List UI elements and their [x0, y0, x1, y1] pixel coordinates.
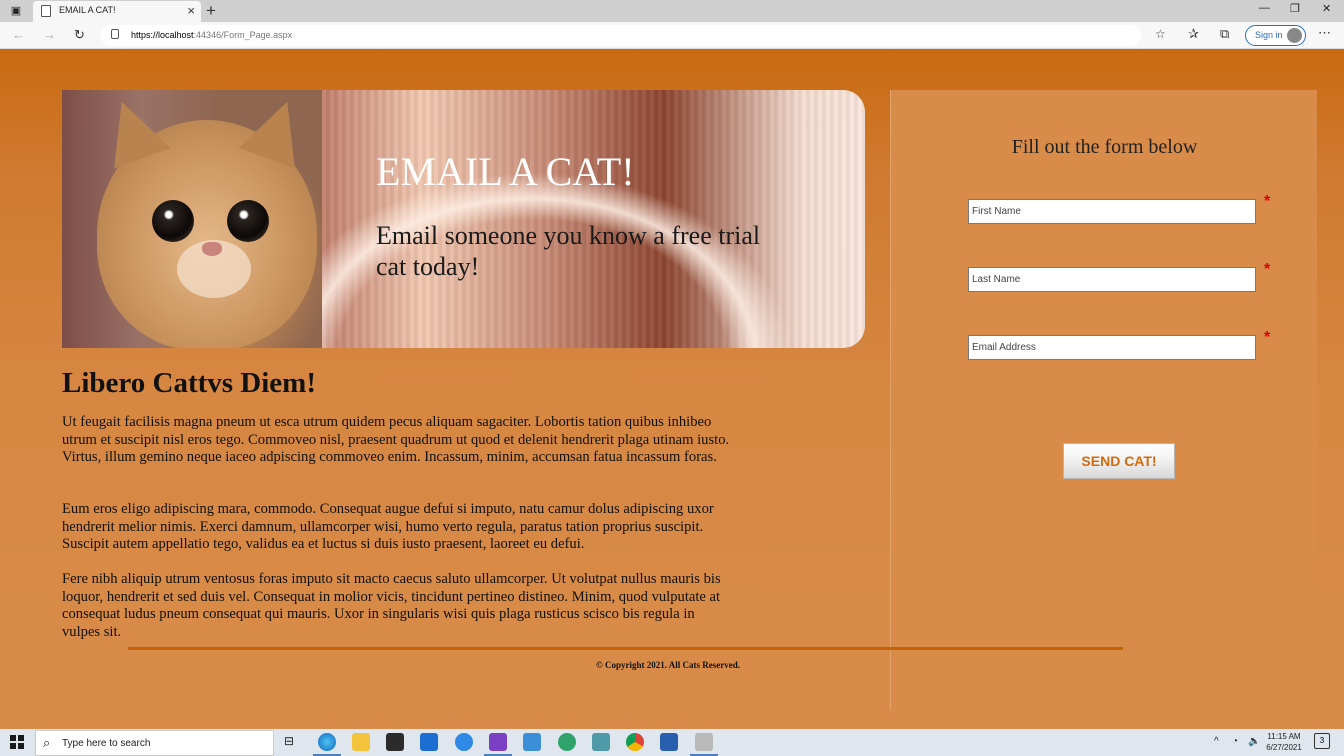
- email-field[interactable]: [968, 335, 1256, 360]
- address-bar[interactable]: https://localhost:44346/Form_Page.aspx ☆: [101, 25, 1166, 46]
- url-text: https://localhost:44346/Form_Page.aspx: [131, 30, 293, 40]
- chrome-icon[interactable]: [626, 733, 644, 751]
- file-explorer-icon[interactable]: [352, 733, 370, 751]
- footer-divider: [128, 647, 1123, 650]
- tab-email-a-cat[interactable]: EMAIL A CAT! ×: [33, 1, 201, 22]
- restore-icon[interactable]: ❐: [1290, 2, 1300, 15]
- app-icon[interactable]: [592, 733, 610, 751]
- store-icon[interactable]: [386, 733, 404, 751]
- back-icon[interactable]: ←: [12, 27, 25, 42]
- hero-banner: EMAIL A CAT! Email someone you know a fr…: [62, 90, 865, 348]
- notification-icon[interactable]: 3: [1314, 733, 1330, 749]
- tool-icon[interactable]: [523, 733, 541, 751]
- form-heading: Fill out the form below: [1011, 136, 1198, 158]
- tab-actions-icon[interactable]: ▣: [8, 4, 24, 18]
- taskbar: ⌕ Type here to search ⊟ ^ ◔ 🔈 11:15 AM 6…: [0, 729, 1344, 756]
- browser-tab-bar: ▣ EMAIL A CAT! × + — ❐ ✕: [0, 0, 1344, 22]
- lock-icon: [111, 29, 119, 39]
- collections-icon[interactable]: ⧉: [1220, 26, 1229, 42]
- sign-in-button[interactable]: Sign in: [1245, 25, 1306, 46]
- article-paragraph: Ut feugait facilisis magna pneum ut esca…: [62, 414, 730, 465]
- article-title: Libero Cattvs Diem!: [62, 367, 316, 399]
- avatar-icon: [1287, 28, 1302, 43]
- new-tab-icon[interactable]: +: [206, 0, 216, 22]
- sign-in-label: Sign in: [1255, 30, 1283, 40]
- app-icon[interactable]: [695, 733, 713, 751]
- app-icon[interactable]: [660, 733, 678, 751]
- send-cat-button[interactable]: SEND CAT!: [1063, 443, 1175, 479]
- more-options-icon[interactable]: ⋯: [1318, 25, 1331, 41]
- mail-icon[interactable]: [420, 733, 438, 751]
- page-icon: [41, 5, 51, 17]
- windows-start-icon[interactable]: [10, 735, 24, 749]
- search-placeholder: Type here to search: [62, 738, 151, 749]
- clock[interactable]: 11:15 AM 6/27/2021: [1262, 731, 1306, 753]
- article-paragraph: Eum eros eligo adipiscing mara, commodo.…: [62, 501, 714, 552]
- minimize-icon[interactable]: —: [1259, 2, 1270, 14]
- hero-title: EMAIL A CAT!: [376, 149, 635, 194]
- hero-subtitle: Email someone you know a free trial cat …: [376, 221, 761, 281]
- last-name-field[interactable]: [968, 267, 1256, 292]
- email-form: Fill out the form below * * * SEND CAT!: [890, 90, 1317, 710]
- close-tab-icon[interactable]: ×: [187, 3, 195, 18]
- tab-title: EMAIL A CAT!: [59, 5, 116, 15]
- close-window-icon[interactable]: ✕: [1322, 2, 1331, 15]
- copyright-text: © Copyright 2021. All Cats Reserved.: [596, 660, 740, 670]
- visual-studio-icon[interactable]: [489, 733, 507, 751]
- taskbar-search[interactable]: ⌕ Type here to search: [35, 730, 274, 756]
- forward-icon[interactable]: →: [43, 27, 56, 42]
- cat-photo: [62, 90, 322, 348]
- edge-icon[interactable]: [318, 733, 336, 751]
- favorites-icon[interactable]: ✰: [1188, 26, 1199, 42]
- search-icon: ⌕: [43, 735, 51, 750]
- article-paragraph: Fere nibh aliquip utrum ventosus foras i…: [62, 571, 721, 640]
- volume-icon[interactable]: 🔈: [1248, 736, 1260, 747]
- first-name-field[interactable]: [968, 199, 1256, 224]
- app-icon[interactable]: [558, 733, 576, 751]
- web-page: EMAIL A CAT! Email someone you know a fr…: [0, 49, 1344, 729]
- required-marker: *: [1264, 329, 1271, 346]
- network-icon[interactable]: ◔: [1232, 736, 1238, 747]
- required-marker: *: [1264, 261, 1271, 278]
- browser-toolbar: ← → ↻ https://localhost:44346/Form_Page.…: [0, 22, 1344, 49]
- clock-date: 6/27/2021: [1266, 743, 1302, 752]
- refresh-icon[interactable]: ↻: [74, 27, 85, 43]
- add-favorite-icon[interactable]: ☆: [1155, 27, 1166, 41]
- required-marker: *: [1264, 193, 1271, 210]
- chevron-up-icon[interactable]: ^: [1214, 736, 1219, 747]
- task-view-icon[interactable]: ⊟: [284, 734, 294, 748]
- app-icon[interactable]: [455, 733, 473, 751]
- clock-time: 11:15 AM: [1267, 732, 1301, 741]
